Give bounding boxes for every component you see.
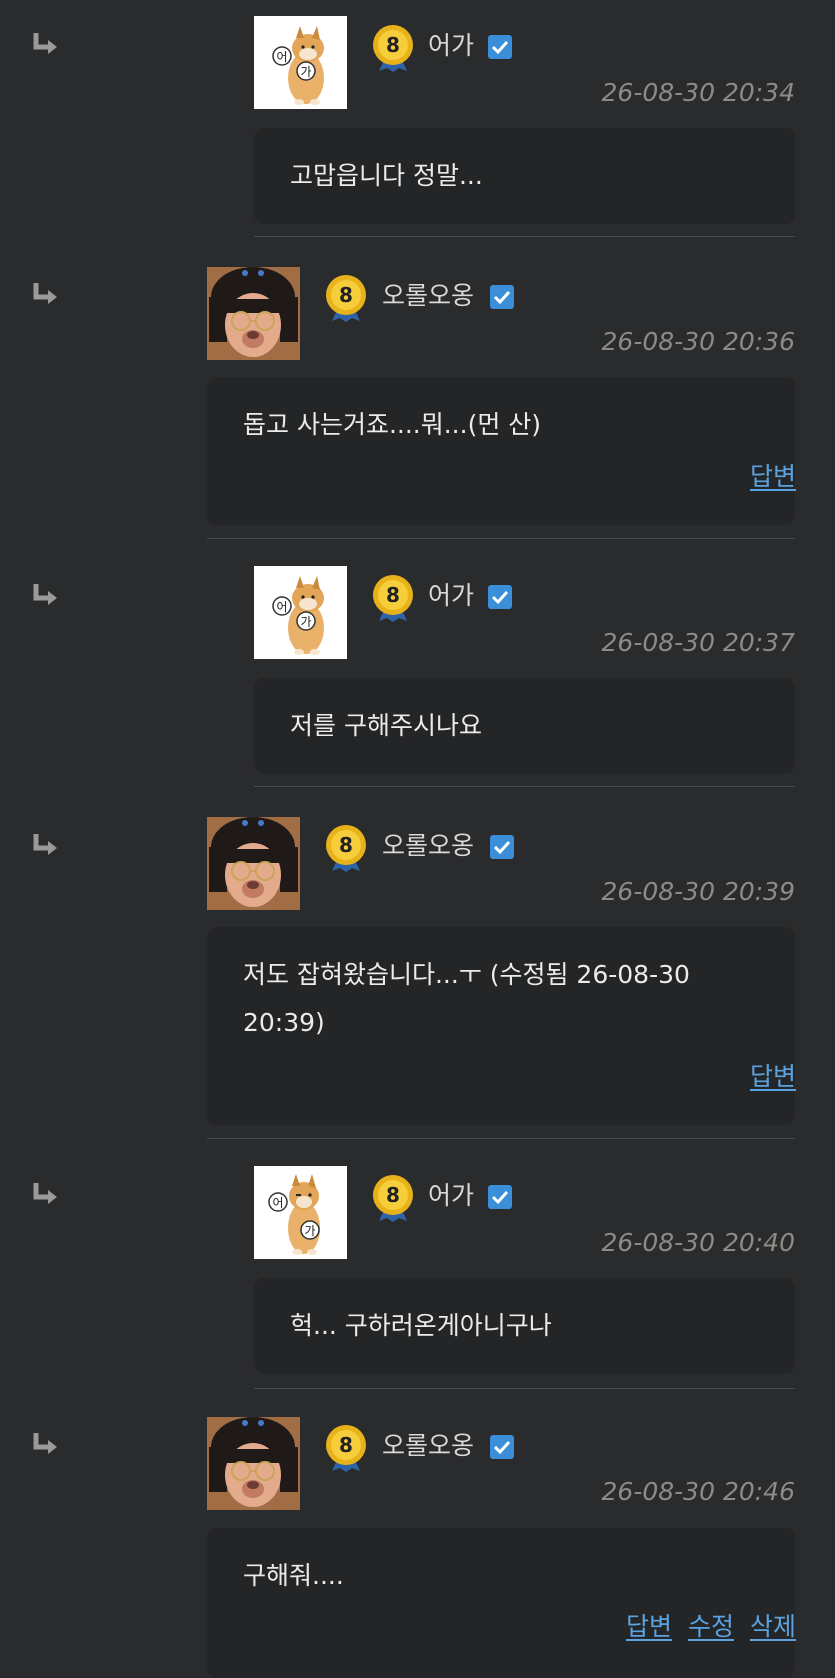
level-badge-icon: 8 <box>371 24 415 74</box>
comment-bubble: 저도 잡혀왔습니다...ㅜ (수정됨 26-08-30 20:39) <box>207 927 795 1125</box>
timestamp: 26-08-30 20:46 <box>601 1477 795 1506</box>
timestamp: 26-08-30 20:39 <box>601 877 795 906</box>
username[interactable]: 어가 <box>428 31 474 61</box>
comment-bubble: 저를 구해주시나요 <box>254 678 795 774</box>
svg-text:8: 8 <box>339 283 353 307</box>
level-badge-icon: 8 <box>324 1424 368 1474</box>
timestamp: 26-08-30 20:40 <box>601 1228 795 1257</box>
verified-check-icon <box>488 1185 512 1209</box>
reply-button[interactable]: 답변 <box>750 1062 796 1092</box>
avatar[interactable] <box>207 817 300 910</box>
avatar[interactable]: 어가 <box>254 566 347 659</box>
divider <box>207 1138 795 1139</box>
comment-item: 어가 8 어가 26-08-30 20:34 고맙읍니다 정말... <box>0 0 835 237</box>
reply-arrow-icon <box>30 1430 60 1460</box>
reply-arrow-icon <box>30 30 60 60</box>
level-badge-icon: 8 <box>324 274 368 324</box>
divider <box>207 538 795 539</box>
svg-text:가: 가 <box>304 1224 315 1238</box>
timestamp: 26-08-30 20:36 <box>601 327 795 356</box>
svg-text:8: 8 <box>386 33 400 57</box>
divider <box>254 786 795 787</box>
verified-check-icon <box>488 35 512 59</box>
comment-item: 어가 8 어가 26-08-30 20:40 헉... 구하러온게아니구나 <box>0 1150 835 1389</box>
verified-check-icon <box>488 585 512 609</box>
comment-bubble: 돕고 사는거죠....뭐...(먼 산) <box>207 377 795 525</box>
comment-text: 구해줘.... <box>243 1561 344 1590</box>
comment-actions: 답변 수정 삭제 <box>626 1612 796 1642</box>
comment-bubble: 구해줘.... <box>207 1528 795 1678</box>
timestamp: 26-08-30 20:37 <box>601 628 795 657</box>
verified-check-icon <box>490 835 514 859</box>
svg-text:어: 어 <box>276 50 287 64</box>
comment-text: 저도 잡혀왔습니다...ㅜ (수정됨 26-08-30 20:39) <box>243 960 690 1037</box>
comment-item: 8 오롤오옹 26-08-30 20:39 저도 잡혀왔습니다...ㅜ (수정됨… <box>0 800 835 1139</box>
comment-item: 8 오롤오옹 26-08-30 20:36 돕고 사는거죠....뭐...(먼 … <box>0 250 835 539</box>
delete-button[interactable]: 삭제 <box>750 1612 796 1642</box>
svg-text:어: 어 <box>276 600 287 614</box>
comment-text: 돕고 사는거죠....뭐...(먼 산) <box>243 410 542 439</box>
reply-button[interactable]: 답변 <box>750 462 796 492</box>
comment-text: 저를 구해주시나요 <box>290 711 482 740</box>
username[interactable]: 어가 <box>428 581 474 611</box>
username[interactable]: 오롤오옹 <box>382 1431 474 1461</box>
avatar[interactable]: 어가 <box>254 1166 347 1259</box>
reply-arrow-icon <box>30 280 60 310</box>
comment-actions: 답변 <box>750 1062 796 1092</box>
avatar[interactable] <box>207 267 300 360</box>
level-badge-icon: 8 <box>324 824 368 874</box>
comment-item: 어가 8 어가 26-08-30 20:37 저를 구해주시나요 <box>0 550 835 787</box>
comment-item: 8 오롤오옹 26-08-30 20:46 구해줘.... 답변 수정 삭제 <box>0 1400 835 1678</box>
comment-thread: 어가 8 어가 26-08-30 20:34 고맙읍니다 정말... 8 오롤오… <box>0 0 835 1678</box>
timestamp: 26-08-30 20:34 <box>601 78 795 107</box>
svg-text:가: 가 <box>300 65 311 79</box>
avatar[interactable] <box>207 1417 300 1510</box>
username[interactable]: 어가 <box>428 1181 474 1211</box>
divider <box>254 236 795 237</box>
svg-text:8: 8 <box>339 1433 353 1457</box>
verified-check-icon <box>490 1435 514 1459</box>
edit-button[interactable]: 수정 <box>688 1612 734 1642</box>
reply-arrow-icon <box>30 1180 60 1210</box>
username[interactable]: 오롤오옹 <box>382 281 474 311</box>
divider <box>254 1388 795 1389</box>
reply-arrow-icon <box>30 831 60 861</box>
username[interactable]: 오롤오옹 <box>382 831 474 861</box>
svg-text:8: 8 <box>339 833 353 857</box>
svg-text:가: 가 <box>300 615 311 629</box>
svg-text:8: 8 <box>386 583 400 607</box>
verified-check-icon <box>490 285 514 309</box>
level-badge-icon: 8 <box>371 1174 415 1224</box>
reply-button[interactable]: 답변 <box>626 1612 672 1642</box>
avatar[interactable]: 어가 <box>254 16 347 109</box>
comment-actions: 답변 <box>750 462 796 492</box>
comment-bubble: 헉... 구하러온게아니구나 <box>254 1278 795 1374</box>
comment-text: 헉... 구하러온게아니구나 <box>290 1311 552 1340</box>
level-badge-icon: 8 <box>371 574 415 624</box>
comment-text: 고맙읍니다 정말... <box>290 161 483 190</box>
comment-bubble: 고맙읍니다 정말... <box>254 128 795 224</box>
reply-arrow-icon <box>30 581 60 611</box>
svg-text:어: 어 <box>272 1196 283 1210</box>
svg-text:8: 8 <box>386 1183 400 1207</box>
